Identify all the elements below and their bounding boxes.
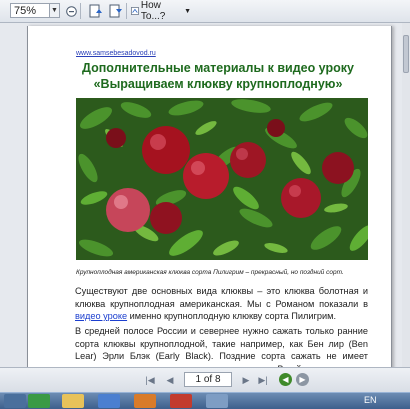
chevron-down-icon: ▼ [184, 7, 191, 15]
word-icon[interactable] [98, 394, 120, 408]
chevron-down-icon[interactable]: ▼ [49, 3, 60, 18]
app-icon[interactable] [206, 394, 228, 408]
paragraph-1-text-b: именно крупноплодную клюкву сорта Пилигр… [127, 311, 337, 321]
document-viewport[interactable]: www.samsebesadovod.ru Дополнительные мат… [0, 23, 410, 367]
page-number-field[interactable]: 1 of 8 [184, 372, 232, 387]
page-down-icon[interactable] [107, 3, 123, 19]
browser-icon[interactable] [134, 394, 156, 408]
forward-icon[interactable]: ▶ [296, 373, 309, 386]
title-line-1: Дополнительные материалы к видео уроку [82, 61, 354, 75]
zoom-select[interactable]: 75% [10, 3, 50, 18]
taskbar: EN [0, 392, 410, 409]
pdf-reader-icon[interactable] [170, 394, 192, 408]
last-page-icon[interactable]: ▶| [256, 373, 270, 387]
excel-icon[interactable] [28, 394, 50, 408]
back-icon[interactable]: ◀ [279, 373, 292, 386]
language-indicator[interactable]: EN [364, 395, 377, 405]
help-icon [131, 7, 139, 15]
how-to-menu[interactable]: How To...? ▼ [131, 0, 191, 22]
scrollbar-thumb[interactable] [403, 35, 409, 73]
page-navigation-bar: |◀ ◀ 1 of 8 ▶ ▶| ◀ ▶ [0, 367, 410, 392]
toolbar-separator [80, 3, 81, 19]
page-title: Дополнительные материалы к видео уроку «… [68, 60, 368, 92]
vertical-scrollbar[interactable] [402, 23, 410, 367]
title-line-2: «Выращиваем клюкву крупноплодную» [93, 77, 343, 91]
paragraph-1: Существуют две основных вида клюквы – эт… [75, 285, 368, 323]
toolbar-separator [126, 3, 127, 19]
how-to-label: How To...? [140, 0, 166, 22]
previous-page-icon[interactable]: ◀ [163, 373, 177, 387]
next-page-icon[interactable]: ▶ [239, 373, 253, 387]
page-up-icon[interactable] [87, 3, 103, 19]
paragraph-1-text-a: Существуют две основных вида клюквы – эт… [75, 286, 368, 309]
folder-icon[interactable] [62, 394, 84, 408]
first-page-icon[interactable]: |◀ [143, 373, 157, 387]
site-link[interactable]: www.samsebesadovod.ru [76, 50, 156, 57]
toolbar: 75% ▼ How To...? ▼ [0, 0, 410, 23]
zoom-out-icon[interactable] [63, 3, 79, 19]
start-button-icon[interactable] [4, 394, 26, 408]
pdf-page: www.samsebesadovod.ru Дополнительные мат… [27, 26, 392, 367]
photo-caption: Крупноплодная американская клюква сорта … [76, 269, 344, 276]
paragraph-2: В средней полосе России и севернее нужно… [75, 326, 368, 367]
video-lesson-link[interactable]: видео уроке [75, 311, 127, 321]
cranberry-photo [76, 98, 368, 260]
